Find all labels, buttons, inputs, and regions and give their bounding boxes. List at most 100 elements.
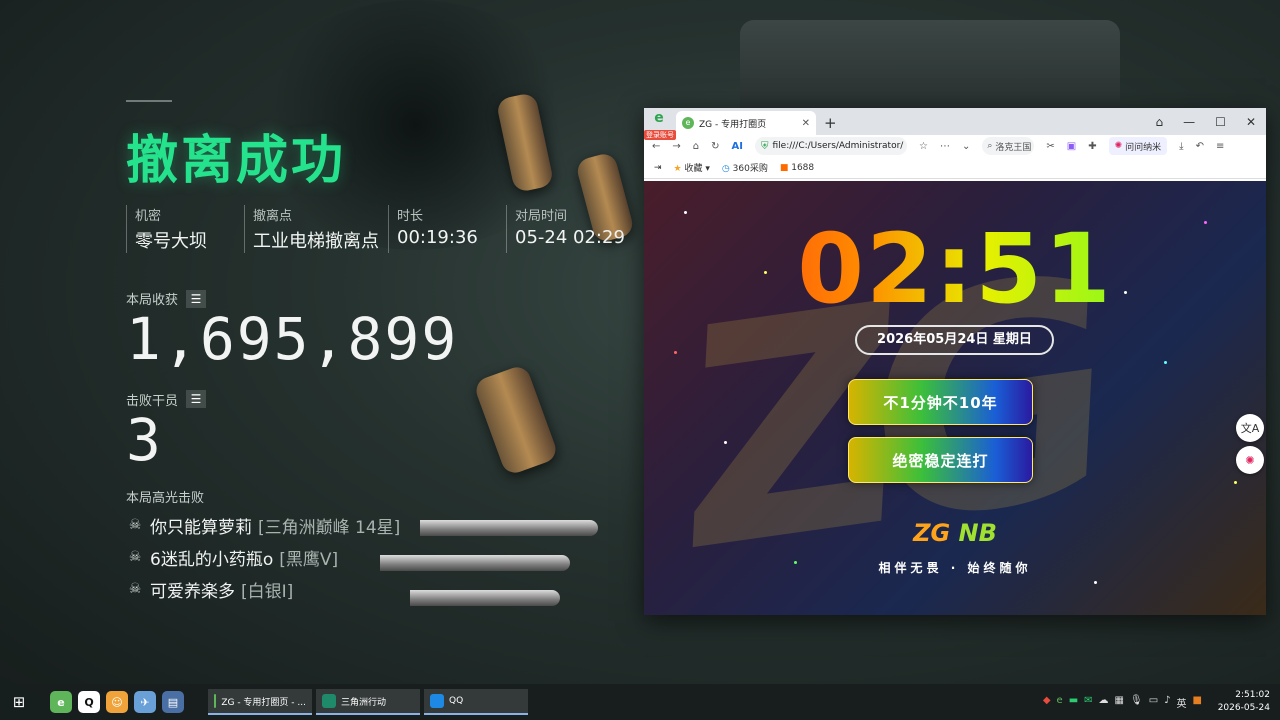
decor-line xyxy=(126,100,172,102)
bookmark-label: 收藏 xyxy=(684,164,703,174)
info-label: 时长 xyxy=(397,209,424,224)
tab-bar: e 登录账号 e ZG - 专用打圈页 ✕ + ⌂ — ☐ ✕ xyxy=(644,108,1266,140)
tab-favicon-icon: e xyxy=(682,117,694,129)
info-value: 05-24 02:29 xyxy=(515,227,625,248)
tray-network-icon[interactable]: ▦ xyxy=(1115,695,1124,710)
brand-zg: ZG xyxy=(913,519,951,547)
tray-cloud-icon[interactable]: ☁ xyxy=(1099,695,1109,710)
scissors-icon[interactable]: ✂ xyxy=(1046,141,1054,152)
minimize-icon[interactable]: — xyxy=(1183,115,1195,129)
info-label: 撤离点 xyxy=(253,209,293,224)
browser-window: e 登录账号 e ZG - 专用打圈页 ✕ + ⌂ — ☐ ✕ ← → ⌂ ↻ A… xyxy=(644,108,1266,615)
ai-icon[interactable]: AI xyxy=(732,141,743,152)
login-badge[interactable]: 登录账号 xyxy=(644,130,676,140)
nami-icon: ✺ xyxy=(1114,141,1123,151)
browser-pin-icon[interactable]: e xyxy=(50,691,72,713)
browser-task-icon xyxy=(214,694,217,708)
taskbar-date: 2026-05-24 xyxy=(1217,703,1270,713)
nami-float-icon[interactable]: ✺ xyxy=(1236,446,1264,474)
tray-input-icon[interactable]: ■ xyxy=(1193,695,1202,710)
browser-logo[interactable]: e 登录账号 xyxy=(644,110,676,140)
windows-start-icon[interactable]: ⊞ xyxy=(6,693,32,711)
taskbar-task-qq[interactable]: QQ xyxy=(424,689,528,715)
kill-rank: [白银I] xyxy=(241,581,294,602)
list-icon[interactable]: ☰ xyxy=(186,390,207,409)
ask-nami-button[interactable]: ✺ 问问纳米 xyxy=(1108,137,1168,155)
taskbar-task-browser[interactable]: ZG - 专用打圈页 - ... xyxy=(208,689,312,715)
search-box[interactable]: ⌕ 洛克王国 xyxy=(982,137,1035,155)
skull-icon: ☠ xyxy=(128,517,142,534)
bookmark-360[interactable]: ◷ 360采购 xyxy=(722,161,768,174)
game-task-icon xyxy=(322,694,336,708)
sidebar-toggle-icon[interactable]: ⇥ xyxy=(654,163,662,173)
taskbar-clock[interactable]: 2:51:02 2026-05-24 xyxy=(1218,689,1270,715)
button-2[interactable]: 绝密稳定连打 xyxy=(848,437,1033,483)
forward-icon[interactable]: → xyxy=(672,141,680,152)
menu-icon[interactable]: ≡ xyxy=(1216,141,1224,152)
search-icon: ⌕ xyxy=(987,141,993,151)
tool-pin-icon[interactable]: ✈ xyxy=(134,691,156,713)
nav-toolbar: ← → ⌂ ↻ AI ⛨ file:///C:/Users/Administra… xyxy=(644,135,1266,157)
refresh-icon[interactable]: ↻ xyxy=(711,141,719,152)
game-pin-icon[interactable]: ☺ xyxy=(106,691,128,713)
close-tab-icon[interactable]: ✕ xyxy=(802,118,810,129)
tray-language[interactable]: 英 xyxy=(1177,695,1187,710)
tray-chat-icon[interactable]: ▬ xyxy=(1069,695,1078,710)
computer-pin-icon[interactable]: ▤ xyxy=(162,691,184,713)
info-duration: 时长 00:19:36 xyxy=(388,205,506,253)
home-icon[interactable]: ⌂ xyxy=(693,141,699,152)
qq-task-icon xyxy=(430,694,444,708)
bookmark-favorites[interactable]: ★ 收藏 ▾ xyxy=(674,161,710,174)
tray-volume-icon[interactable]: ♪ xyxy=(1164,695,1170,710)
tray-browser-icon[interactable]: e xyxy=(1057,695,1063,710)
tray-app-icon[interactable]: ◆ xyxy=(1043,695,1051,710)
taskbar: ⊞ e Q ☺ ✈ ▤ ZG - 专用打圈页 - ... 三角洲行动 QQ ◆ … xyxy=(0,684,1280,720)
back-icon[interactable]: ← xyxy=(652,141,660,152)
search-text: 洛克王国 xyxy=(995,142,1032,153)
bookmark-1688[interactable]: ■ 1688 xyxy=(780,163,814,173)
kill-list: ☠ 你只能算萝莉 [三角洲巅峰 14星] ☠ 6迷乱的小药瓶o [黑鹰V] ☠ … xyxy=(126,513,646,602)
skull-icon: ☠ xyxy=(128,549,142,566)
tab-active[interactable]: e ZG - 专用打圈页 ✕ xyxy=(676,111,816,135)
maximize-icon[interactable]: ☐ xyxy=(1215,115,1226,129)
qq-pin-icon[interactable]: Q xyxy=(78,691,100,713)
undo-icon[interactable]: ↶ xyxy=(1196,141,1204,152)
taskbar-task-game[interactable]: 三角洲行动 xyxy=(316,689,420,715)
tray-wechat-icon[interactable]: ✉ xyxy=(1084,695,1092,710)
puzzle-icon[interactable]: ✚ xyxy=(1088,141,1096,152)
button-1[interactable]: 不1分钟不10年 xyxy=(848,379,1033,425)
chevron-down-icon[interactable]: ⌄ xyxy=(962,141,970,152)
shield-icon: ⛨ xyxy=(761,140,769,152)
extension-icon[interactable]: ▣ xyxy=(1067,141,1076,152)
star-icon[interactable]: ☆ xyxy=(919,141,928,152)
close-icon[interactable]: ✕ xyxy=(1246,115,1256,129)
address-bar[interactable]: ⛨ file:///C:/Users/Administrator/ xyxy=(755,137,907,155)
tray-mic-icon[interactable]: 🎙 xyxy=(1130,695,1143,710)
kill-name: 你只能算萝莉 xyxy=(150,517,252,538)
income-value: 1,695,899 xyxy=(126,305,459,373)
cart-icon: ◷ xyxy=(721,164,730,174)
info-value: 00:19:36 xyxy=(397,227,478,248)
kill-rank: [黑鹰V] xyxy=(279,549,339,570)
tab-title: ZG - 专用打圈页 xyxy=(699,119,767,130)
kill-item: ☠ 你只能算萝莉 [三角洲巅峰 14星] xyxy=(126,513,646,538)
translate-icon[interactable]: 文A xyxy=(1236,414,1264,442)
info-value: 零号大坝 xyxy=(135,231,207,252)
brand-nb: NB xyxy=(950,519,997,547)
info-label: 机密 xyxy=(135,209,162,224)
kill-item: ☠ 6迷乱的小药瓶o [黑鹰V] xyxy=(126,545,646,570)
new-tab-icon[interactable]: + xyxy=(824,114,837,132)
result-title: 撤离成功 xyxy=(126,131,347,191)
match-info-row: 机密 零号大坝 撤离点 工业电梯撤离点 时长 00:19:36 对局时间 05-… xyxy=(126,205,646,253)
star-dot xyxy=(1094,581,1097,584)
download-icon[interactable]: ⤓ xyxy=(1179,141,1183,152)
kill-rank: [三角洲巅峰 14星] xyxy=(258,517,401,538)
window-controls: ⌂ — ☐ ✕ xyxy=(1156,115,1266,129)
more-icon[interactable]: ⋯ xyxy=(940,141,950,152)
ask-nami-label: 问问纳米 xyxy=(1125,142,1162,153)
shirt-icon[interactable]: ⌂ xyxy=(1156,115,1164,129)
tray-monitor-icon[interactable]: ▭ xyxy=(1149,695,1158,710)
system-tray: ◆ e ▬ ✉ ☁ ▦ 🎙 ▭ ♪ 英 ■ xyxy=(1043,695,1202,710)
star-icon: ★ xyxy=(673,164,682,174)
kill-name: 6迷乱的小药瓶o xyxy=(150,549,274,570)
